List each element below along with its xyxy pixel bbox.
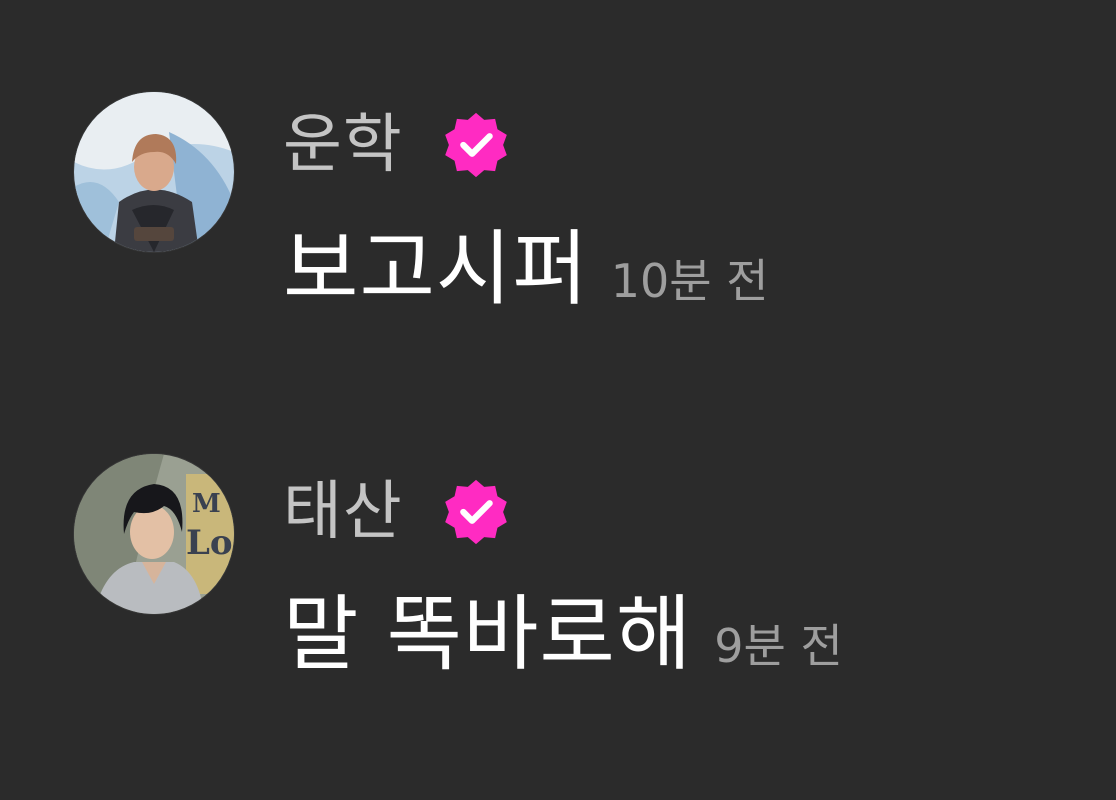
username[interactable]: 운학	[283, 105, 403, 185]
avatar-image: M Lo	[74, 454, 234, 614]
avatar[interactable]	[74, 92, 234, 252]
comment-timestamp: 10분 전	[610, 254, 769, 308]
comment-text: 말 똑바로해	[283, 587, 693, 682]
comment-item: 운학 보고시퍼 10분 전	[0, 0, 1116, 317]
comment-timestamp: 9분 전	[714, 619, 843, 673]
svg-text:Lo: Lo	[186, 523, 233, 563]
comment-text: 보고시퍼	[283, 222, 589, 317]
username[interactable]: 태산	[283, 472, 403, 552]
username-row: 운학	[283, 105, 515, 185]
comment-item: M Lo 태산 말 똑바로해 9분 전	[0, 360, 1116, 682]
verified-badge-icon	[437, 473, 515, 551]
username-row: 태산	[283, 472, 515, 552]
svg-text:M: M	[192, 489, 221, 519]
avatar-image	[74, 92, 234, 252]
message-row: 보고시퍼 10분 전	[283, 220, 769, 320]
avatar[interactable]: M Lo	[74, 454, 234, 614]
message-row: 말 똑바로해 9분 전	[283, 585, 843, 685]
verified-badge-icon	[437, 106, 515, 184]
